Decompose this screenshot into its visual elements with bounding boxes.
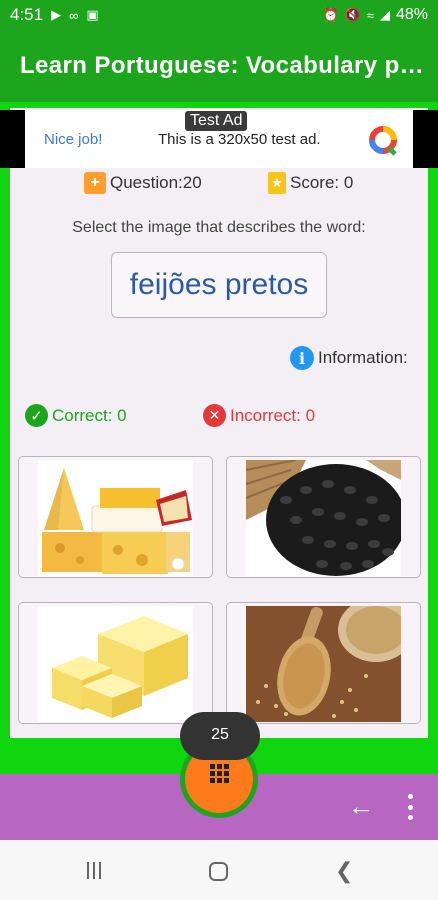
app-title: Learn Portuguese: Vocabulary par... <box>20 52 430 79</box>
grid-icon[interactable] <box>209 763 229 783</box>
wifi-icon: ≈ <box>366 7 374 23</box>
sesame-image <box>246 606 401 722</box>
ad-border-right <box>413 110 438 168</box>
information-button[interactable]: i Information: <box>290 346 408 370</box>
butter-image <box>38 606 193 722</box>
mute-icon: 🔇 <box>344 7 361 22</box>
score-label: Score: 0 <box>290 173 354 192</box>
app-bar: Learn Portuguese: Vocabulary par... <box>0 30 438 102</box>
option-sesame-seeds[interactable] <box>226 602 421 724</box>
option-black-beans[interactable] <box>226 456 421 578</box>
score-counter: ★ Score: 0 <box>268 172 353 194</box>
score-icon: ★ <box>268 172 286 194</box>
information-label[interactable]: Information: <box>318 348 408 368</box>
ad-body-text[interactable]: This is a 320x50 test ad. <box>158 131 321 148</box>
option-butter[interactable] <box>18 602 213 724</box>
check-circle-icon: ✓ <box>25 404 48 427</box>
status-bar: 4:51 ▶ ∞ ▣ ⏰ 🔇 ≈ ◢ 48% <box>0 0 438 30</box>
quiz-instruction: Select the image that describes the word… <box>72 219 366 236</box>
nav-back-icon[interactable]: ❮ <box>335 858 353 884</box>
home-icon[interactable] <box>209 862 228 881</box>
more-options-icon[interactable] <box>402 794 418 820</box>
correct-count: ✓ Correct: 0 <box>25 404 127 427</box>
alarm-icon: ⏰ <box>322 7 339 22</box>
ad-border-left <box>0 110 25 168</box>
back-arrow-icon[interactable]: ← <box>347 792 375 820</box>
voicemail-icon: ∞ <box>69 7 79 23</box>
cheese-image <box>38 460 193 576</box>
recent-apps-icon[interactable] <box>87 862 101 879</box>
battery-level: 48% <box>395 6 428 23</box>
question-counter: + Question:20 <box>84 172 202 194</box>
correct-label: Correct: 0 <box>52 405 127 425</box>
black-beans-image <box>246 460 401 576</box>
ad-tag: Test Ad <box>185 111 248 131</box>
ad-logo-icon[interactable] <box>367 124 399 156</box>
option-cheese-assortment[interactable] <box>18 456 213 578</box>
signal-icon: ◢ <box>379 7 390 22</box>
incorrect-count: ✕ Incorrect: 0 <box>203 404 315 427</box>
question-label: Question:20 <box>110 173 202 192</box>
status-time: 4:51 <box>10 5 44 24</box>
incorrect-label: Incorrect: 0 <box>230 405 316 425</box>
app-icon: ▣ <box>86 7 99 22</box>
remaining-counter: 25 <box>180 712 260 760</box>
play-store-icon: ▶ <box>51 7 62 22</box>
x-circle-icon: ✕ <box>203 404 226 427</box>
question-icon: + <box>84 172 106 194</box>
ad-nice-text[interactable]: Nice job! <box>44 131 102 148</box>
target-word[interactable]: feijões pretos <box>111 252 327 318</box>
info-icon[interactable]: i <box>290 346 314 370</box>
